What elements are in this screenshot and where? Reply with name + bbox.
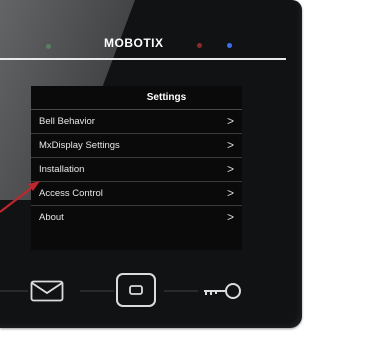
chevron-right-icon: > [226,162,234,176]
divider [0,290,28,292]
menu-item-label: Bell Behavior [39,116,95,127]
menu-item-label: MxDisplay Settings [39,140,120,151]
control-panel [0,270,286,310]
chevron-right-icon: > [226,138,234,152]
menu-item-about[interactable]: About > [31,206,242,229]
brand-logo: MOBOTIX [104,36,164,50]
chevron-right-icon: > [226,114,234,128]
divider [80,290,114,292]
status-led-red [197,43,202,48]
menu-item-installation[interactable]: Installation > [31,158,242,182]
status-led-green [46,44,51,49]
menu-item-label: Installation [39,164,85,175]
chevron-right-icon: > [226,210,234,224]
top-status-bar: MOBOTIX [0,0,285,60]
mail-icon[interactable] [30,280,64,302]
settings-menu: Bell Behavior > MxDisplay Settings > Ins… [31,110,242,229]
menu-item-label: Access Control [39,188,103,199]
pointer-arrow-icon [0,181,40,213]
divider [0,58,286,60]
chevron-right-icon: > [226,186,234,200]
menu-item-mxdisplay-settings[interactable]: MxDisplay Settings > [31,134,242,158]
settings-screen: Settings Bell Behavior > MxDisplay Setti… [31,86,242,250]
settings-title: Settings [31,86,242,110]
home-button-icon[interactable] [115,272,157,308]
menu-item-bell-behavior[interactable]: Bell Behavior > [31,110,242,134]
key-icon[interactable] [200,280,242,302]
menu-item-access-control[interactable]: Access Control > [31,182,242,206]
divider [164,290,198,292]
status-led-blue [227,43,232,48]
door-station-device: MOBOTIX Settings Bell Behavior > MxDispl… [0,0,302,328]
